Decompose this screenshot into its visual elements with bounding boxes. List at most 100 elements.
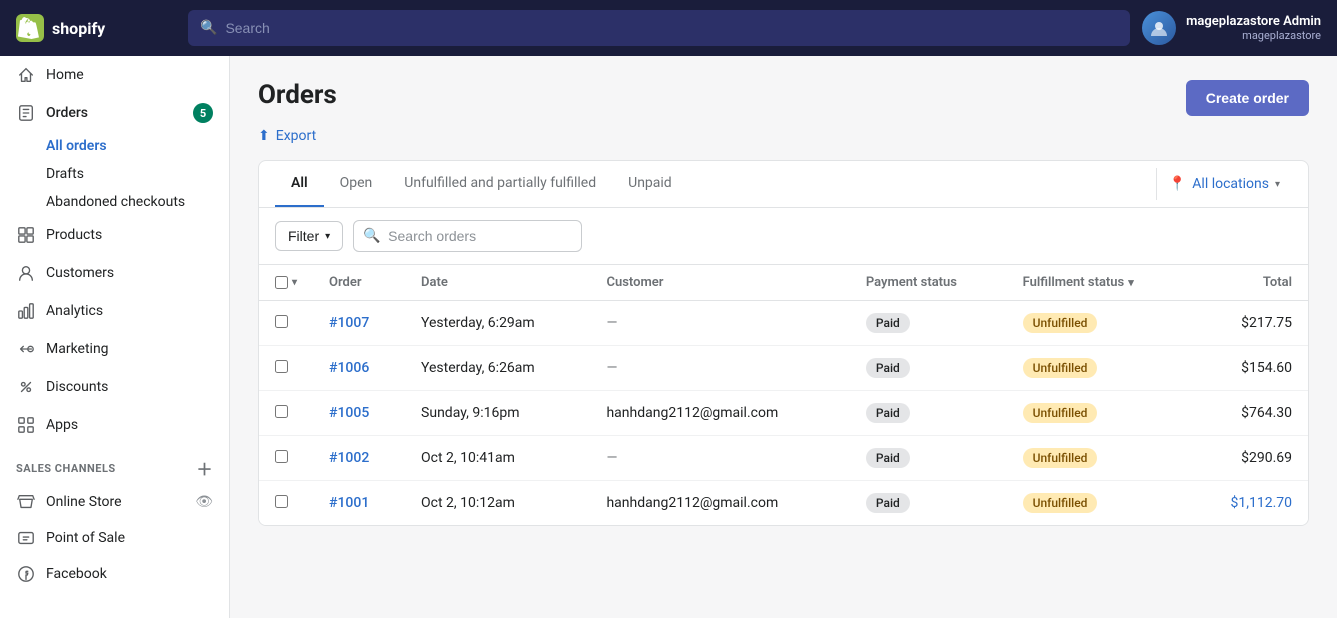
- location-filter-label: All locations: [1192, 176, 1269, 192]
- sidebar-item-analytics[interactable]: Analytics: [0, 292, 229, 330]
- table-row: #1001 Oct 2, 10:12am hanhdang2112@gmail.…: [259, 481, 1308, 526]
- fulfillment-status-badge: Unfulfilled: [1023, 358, 1098, 378]
- tab-open[interactable]: Open: [324, 161, 389, 207]
- order-link[interactable]: #1005: [329, 405, 369, 421]
- row-customer: —: [590, 436, 849, 481]
- checkbox-chevron-icon[interactable]: ▾: [292, 277, 297, 288]
- fulfillment-status-label: Fulfillment status: [1023, 275, 1125, 290]
- fulfillment-status-badge: Unfulfilled: [1023, 403, 1098, 423]
- row-customer: hanhdang2112@gmail.com: [590, 391, 849, 436]
- orders-table: ▾ Order Date Customer Payment status Ful…: [259, 265, 1308, 525]
- sidebar-item-discounts[interactable]: Discounts: [0, 368, 229, 406]
- sidebar-item-online-store[interactable]: Online Store 👁: [0, 484, 229, 520]
- tab-all[interactable]: All: [275, 161, 324, 207]
- sub-item-all-orders[interactable]: All orders: [46, 132, 229, 160]
- row-order: #1005: [313, 391, 405, 436]
- location-filter[interactable]: 📍 All locations ▾: [1156, 168, 1292, 200]
- tab-unpaid[interactable]: Unpaid: [612, 161, 688, 207]
- logo-text: shopify: [52, 19, 105, 38]
- sub-item-drafts[interactable]: Drafts: [46, 160, 229, 188]
- filter-button[interactable]: Filter ▾: [275, 221, 343, 251]
- table-row: #1006 Yesterday, 6:26am — Paid Unfulfill…: [259, 346, 1308, 391]
- export-row[interactable]: ⬆ Export: [258, 128, 1309, 144]
- add-channel-icon[interactable]: ＋: [196, 456, 213, 480]
- fulfillment-status-badge: Unfulfilled: [1023, 493, 1098, 513]
- logo[interactable]: shopify: [16, 14, 176, 42]
- search-bar[interactable]: 🔍: [188, 10, 1130, 46]
- row-fulfillment-status: Unfulfilled: [1007, 436, 1189, 481]
- avatar[interactable]: [1142, 11, 1176, 45]
- user-details: mageplazastore Admin mageplazastore: [1186, 14, 1321, 42]
- sidebar-item-products[interactable]: Products: [0, 216, 229, 254]
- row-checkbox[interactable]: [275, 450, 288, 463]
- sidebar-item-point-of-sale[interactable]: Point of Sale: [0, 520, 229, 556]
- row-checkbox-cell: [259, 481, 313, 526]
- page-title-area: Orders: [258, 80, 337, 110]
- table-header: ▾ Order Date Customer Payment status Ful…: [259, 265, 1308, 301]
- search-orders-input[interactable]: [353, 220, 582, 252]
- filter-label: Filter: [288, 228, 319, 244]
- search-icon: 🔍: [200, 20, 217, 36]
- row-customer: —: [590, 301, 849, 346]
- customers-icon: [16, 263, 36, 283]
- order-link[interactable]: #1007: [329, 315, 369, 331]
- row-payment-status: Paid: [850, 346, 1007, 391]
- sidebar-item-orders[interactable]: Orders 5: [0, 94, 229, 132]
- sidebar-label-home: Home: [46, 67, 213, 83]
- order-link[interactable]: #1002: [329, 450, 369, 466]
- eye-icon[interactable]: 👁: [195, 494, 213, 510]
- sidebar-item-facebook[interactable]: Facebook: [0, 556, 229, 592]
- order-tabs: All Open Unfulfilled and partially fulfi…: [259, 161, 1308, 208]
- row-checkbox[interactable]: [275, 405, 288, 418]
- user-name: mageplazastore Admin: [1186, 14, 1321, 29]
- payment-status-badge: Paid: [866, 358, 910, 378]
- export-icon: ⬆: [258, 128, 270, 144]
- orders-card: All Open Unfulfilled and partially fulfi…: [258, 160, 1309, 526]
- filter-chevron-icon: ▾: [325, 231, 330, 242]
- sort-icon: ▾: [1128, 276, 1134, 289]
- th-payment-status: Payment status: [850, 265, 1007, 301]
- row-customer: hanhdang2112@gmail.com: [590, 481, 849, 526]
- tab-unfulfilled[interactable]: Unfulfilled and partially fulfilled: [388, 161, 612, 207]
- fulfillment-status-badge: Unfulfilled: [1023, 313, 1098, 333]
- table-row: #1005 Sunday, 9:16pm hanhdang2112@gmail.…: [259, 391, 1308, 436]
- row-checkbox[interactable]: [275, 360, 288, 373]
- row-checkbox[interactable]: [275, 315, 288, 328]
- orders-icon: [16, 103, 36, 123]
- order-link[interactable]: #1006: [329, 360, 369, 376]
- sidebar-item-customers[interactable]: Customers: [0, 254, 229, 292]
- sidebar-item-home[interactable]: Home: [0, 56, 229, 94]
- row-total: $764.30: [1189, 391, 1308, 436]
- tabs-left: All Open Unfulfilled and partially fulfi…: [275, 161, 688, 207]
- sidebar-item-apps[interactable]: Apps: [0, 406, 229, 444]
- discounts-icon: [16, 377, 36, 397]
- th-date: Date: [405, 265, 590, 301]
- row-date: Oct 2, 10:12am: [405, 481, 590, 526]
- sub-item-abandoned[interactable]: Abandoned checkouts: [46, 188, 229, 216]
- search-input[interactable]: [225, 20, 1118, 36]
- th-fulfillment-status[interactable]: Fulfillment status ▾: [1007, 265, 1189, 301]
- orders-table-body: #1007 Yesterday, 6:29am — Paid Unfulfill…: [259, 301, 1308, 526]
- row-date: Yesterday, 6:26am: [405, 346, 590, 391]
- sidebar-item-marketing[interactable]: Marketing: [0, 330, 229, 368]
- orders-sub-menu: All orders Drafts Abandoned checkouts: [0, 132, 229, 216]
- sidebar-label-customers: Customers: [46, 265, 213, 281]
- payment-status-badge: Paid: [866, 403, 910, 423]
- total-value: $1,112.70: [1230, 495, 1292, 511]
- sidebar-label-marketing: Marketing: [46, 341, 213, 357]
- order-link[interactable]: #1001: [329, 495, 369, 511]
- user-avatar-icon: [1149, 18, 1169, 38]
- total-value: $764.30: [1241, 405, 1292, 421]
- user-info-area: mageplazastore Admin mageplazastore: [1142, 11, 1321, 45]
- row-payment-status: Paid: [850, 436, 1007, 481]
- sidebar-label-pos: Point of Sale: [46, 530, 213, 546]
- location-chevron-icon: ▾: [1275, 179, 1280, 190]
- row-customer: —: [590, 346, 849, 391]
- row-checkbox[interactable]: [275, 495, 288, 508]
- row-fulfillment-status: Unfulfilled: [1007, 391, 1189, 436]
- row-total: $290.69: [1189, 436, 1308, 481]
- row-checkbox-cell: [259, 346, 313, 391]
- create-order-button[interactable]: Create order: [1186, 80, 1309, 116]
- row-checkbox-cell: [259, 301, 313, 346]
- select-all-checkbox[interactable]: [275, 276, 288, 289]
